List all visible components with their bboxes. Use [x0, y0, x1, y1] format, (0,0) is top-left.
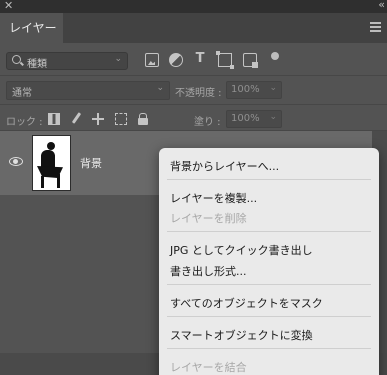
- menu-item-background-to-layer[interactable]: 背景からレイヤーへ...: [170, 158, 279, 174]
- menu-item-export-as[interactable]: 書き出し形式...: [170, 263, 247, 279]
- panel-tab-bar: レイヤー: [0, 13, 387, 43]
- shape-filter-icon[interactable]: [216, 51, 234, 69]
- chevron-down-icon: ⌄: [114, 54, 122, 64]
- menu-item-delete-layer: レイヤーを削除: [170, 212, 247, 225]
- divider: [0, 104, 387, 105]
- image-filter-icon[interactable]: [145, 53, 159, 67]
- menu-item-quick-export-jpg[interactable]: JPG としてクイック書き出し: [170, 242, 313, 258]
- layer-name[interactable]: 背景: [80, 155, 102, 171]
- opacity-value: 100%: [231, 84, 260, 95]
- divider: [0, 75, 387, 76]
- chevron-down-icon: ⌄: [156, 83, 164, 93]
- menu-divider: [167, 179, 371, 180]
- lock-position-icon[interactable]: [92, 113, 104, 125]
- close-icon[interactable]: ✕: [4, 0, 13, 12]
- filter-kind-label: 種類: [27, 59, 47, 70]
- chevron-down-icon: ⌄: [269, 112, 277, 122]
- menu-divider: [167, 348, 371, 349]
- lock-all-icon[interactable]: [137, 113, 149, 125]
- fill-value: 100%: [231, 113, 260, 124]
- lock-transparent-pixels-icon[interactable]: [48, 113, 60, 125]
- type-filter-icon[interactable]: T: [193, 51, 207, 66]
- panel-titlebar: ✕ ‹‹: [0, 0, 387, 13]
- menu-divider: [167, 231, 371, 232]
- lock-artboard-icon[interactable]: [115, 113, 127, 125]
- menu-item-mask-all-objects[interactable]: すべてのオブジェクトをマスク: [170, 295, 323, 311]
- menu-divider: [167, 284, 371, 285]
- adjustment-filter-icon[interactable]: [169, 53, 183, 67]
- menu-item-merge-layers: レイヤーを結合: [170, 361, 247, 374]
- filter-toggle-icon[interactable]: [271, 52, 279, 60]
- blend-mode-dropdown[interactable]: 通常 ⌄: [6, 81, 170, 100]
- opacity-label: 不透明度 :: [175, 88, 222, 99]
- opacity-field[interactable]: 100% ⌄: [226, 81, 282, 99]
- lock-label: ロック :: [6, 117, 43, 128]
- layer-filter-dropdown[interactable]: 種類 ⌄: [6, 52, 128, 70]
- menu-item-duplicate-layer[interactable]: レイヤーを複製...: [170, 190, 257, 206]
- smart-object-filter-icon[interactable]: [243, 53, 258, 68]
- blend-mode-value: 通常: [12, 88, 32, 99]
- fill-field[interactable]: 100% ⌄: [226, 110, 282, 128]
- layer-thumbnail: [32, 135, 71, 191]
- lock-image-pixels-icon[interactable]: [70, 113, 82, 125]
- visibility-eye-icon[interactable]: [9, 157, 23, 166]
- context-menu: 背景からレイヤーへ... レイヤーを複製... レイヤーを削除 JPG としてク…: [159, 148, 379, 375]
- menu-item-convert-to-smart-object[interactable]: スマートオブジェクトに変換: [170, 327, 313, 343]
- menu-divider: [167, 316, 371, 317]
- chevron-down-icon: ⌄: [269, 83, 277, 93]
- collapse-panel-icon[interactable]: ‹‹: [378, 0, 385, 11]
- panel-menu-icon[interactable]: [370, 22, 381, 32]
- tab-layers[interactable]: レイヤー: [0, 13, 63, 43]
- search-icon: [12, 55, 21, 64]
- fill-label: 塗り :: [194, 117, 221, 128]
